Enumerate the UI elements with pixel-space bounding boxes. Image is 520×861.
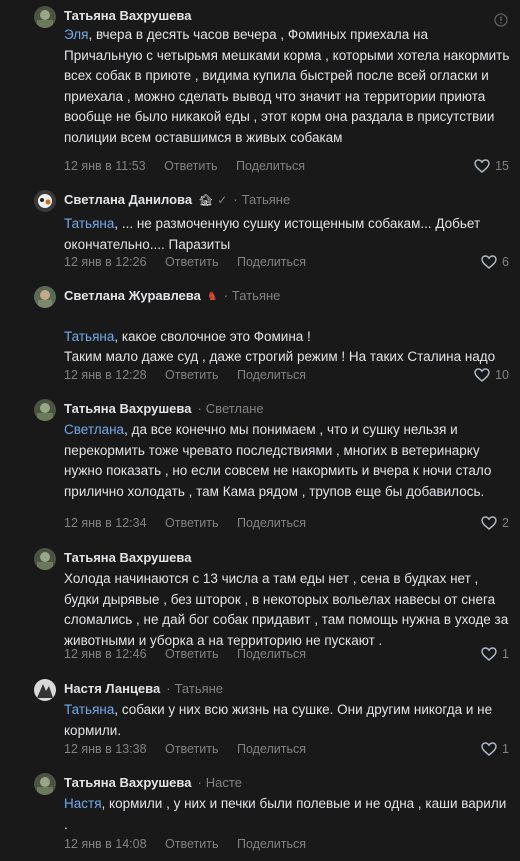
like-button[interactable]: 10: [474, 365, 509, 385]
comment-header: Татьяна Вахрушева: [64, 6, 191, 26]
comment-meta: 12 янв в 12:28 Ответить Поделиться: [64, 365, 321, 385]
reply-to-link[interactable]: Татьяне: [232, 288, 280, 303]
like-count: 1: [502, 647, 509, 661]
like-button[interactable]: 15: [474, 156, 509, 176]
comment-meta: 12 янв в 12:46 Ответить Поделиться: [64, 644, 321, 664]
author-name[interactable]: Татьяна Вахрушева: [64, 401, 191, 416]
reply-button[interactable]: Ответить: [165, 837, 218, 851]
timestamp[interactable]: 12 янв в 12:46: [64, 647, 147, 661]
seahorse-icon: ♞: [206, 289, 218, 303]
comment-text: Эля, вчера в десять часов вечера , Фомин…: [64, 27, 510, 145]
separator-dot: ·: [223, 288, 228, 303]
comment-text: Татьяна, собаки у них всю жизнь на сушке…: [64, 702, 493, 738]
author-name[interactable]: Светлана Журавлева: [64, 288, 201, 303]
avatar[interactable]: [34, 286, 56, 308]
reply-to-link[interactable]: Татьяне: [175, 681, 223, 696]
avatar[interactable]: [34, 679, 56, 701]
like-count: 10: [495, 368, 509, 382]
reply-button[interactable]: Ответить: [165, 647, 218, 661]
reply-to-link[interactable]: Татьяне: [242, 192, 290, 207]
like-count: 6: [502, 255, 509, 269]
reply-button[interactable]: Ответить: [165, 255, 218, 269]
comment-header: Татьяна Вахрушева: [64, 548, 191, 568]
timestamp[interactable]: 12 янв в 13:38: [64, 742, 147, 756]
timestamp[interactable]: 12 янв в 12:28: [64, 368, 147, 382]
separator-dot: ·: [233, 192, 238, 207]
heart-icon: [474, 159, 490, 173]
author-name[interactable]: Светлана Данилова: [64, 192, 192, 207]
author-name[interactable]: Татьяна Вахрушева: [64, 8, 191, 23]
timestamp[interactable]: 12 янв в 11:53: [64, 159, 146, 173]
comment-header: Настя Ланцева · Татьяне: [64, 679, 223, 699]
avatar[interactable]: [34, 399, 56, 421]
reply-button[interactable]: Ответить: [165, 516, 218, 530]
like-count: 1: [502, 742, 509, 756]
like-button[interactable]: 1: [481, 644, 509, 664]
share-button[interactable]: Поделиться: [237, 837, 306, 851]
heart-icon: [481, 647, 497, 661]
comment-header: Светлана Журавлева ♞ · Татьяне: [64, 286, 280, 306]
reply-to-link[interactable]: Светлане: [206, 401, 264, 416]
avatar[interactable]: [34, 190, 56, 212]
comment-meta: 12 янв в 14:08 Ответить Поделиться: [64, 834, 321, 854]
like-button[interactable]: 2: [481, 513, 509, 533]
like-count: 15: [495, 159, 509, 173]
separator-dot: ·: [197, 775, 202, 790]
mention-link[interactable]: Эля: [64, 27, 88, 42]
comment-text: Татьяна, ... не размоченную сушку истоще…: [64, 216, 481, 252]
reply-button[interactable]: Ответить: [165, 742, 218, 756]
timestamp[interactable]: 12 янв в 12:26: [64, 255, 147, 269]
comment-meta: 12 янв в 12:26 Ответить Поделиться: [64, 252, 321, 272]
heart-icon: [481, 516, 497, 530]
avatar[interactable]: [34, 773, 56, 795]
avatar[interactable]: [34, 6, 56, 28]
comment-meta: 12 янв в 13:38 Ответить Поделиться: [64, 739, 321, 759]
mention-link[interactable]: Светлана: [64, 422, 124, 437]
like-button[interactable]: 1: [481, 739, 509, 759]
separator-dot: ·: [166, 681, 171, 696]
reply-to-link[interactable]: Насте: [206, 775, 242, 790]
like-button[interactable]: 6: [481, 252, 509, 272]
avatar[interactable]: [34, 548, 56, 570]
reply-button[interactable]: Ответить: [164, 159, 217, 173]
share-button[interactable]: Поделиться: [237, 516, 306, 530]
mention-link[interactable]: Татьяна: [64, 216, 114, 231]
mention-link[interactable]: Настя: [64, 796, 102, 811]
timestamp[interactable]: 12 янв в 12:34: [64, 516, 147, 530]
timestamp[interactable]: 12 янв в 14:08: [64, 837, 147, 851]
mention-link[interactable]: Татьяна: [64, 702, 114, 717]
comment-text: Татьяна, какое сволочное это Фомина ! Та…: [64, 328, 496, 365]
comment-meta: 12 янв в 11:53 Ответить Поделиться: [64, 156, 320, 176]
author-name[interactable]: Татьяна Вахрушева: [64, 550, 191, 565]
share-button[interactable]: Поделиться: [237, 647, 306, 661]
house-icon: 🏚: [198, 193, 214, 207]
share-button[interactable]: Поделиться: [236, 159, 305, 173]
heart-icon: [481, 742, 497, 756]
check-icon: ✓: [217, 193, 228, 207]
heart-icon: [474, 368, 490, 382]
share-button[interactable]: Поделиться: [237, 742, 306, 756]
comment-text: Настя, кормили , у них и печки были поле…: [64, 796, 507, 832]
comment-header: Татьяна Вахрушева · Светлане: [64, 399, 264, 419]
comment-meta: 12 янв в 12:34 Ответить Поделиться: [64, 513, 321, 533]
author-name[interactable]: Настя Ланцева: [64, 681, 160, 696]
comment-text: Холода начинаются с 13 числа а там еды н…: [64, 571, 509, 648]
comment-text: Светлана, да все конечно мы понимаем , ч…: [64, 422, 492, 499]
author-name[interactable]: Татьяна Вахрушева: [64, 775, 191, 790]
share-button[interactable]: Поделиться: [237, 368, 306, 382]
like-count: 2: [502, 516, 509, 530]
separator-dot: ·: [197, 401, 202, 416]
heart-icon: [481, 255, 497, 269]
mention-link[interactable]: Татьяна: [64, 329, 114, 344]
comment-header: Татьяна Вахрушева · Насте: [64, 773, 242, 793]
comment-header: Светлана Данилова 🏚 ✓ · Татьяне: [64, 190, 290, 210]
share-button[interactable]: Поделиться: [237, 255, 306, 269]
reply-button[interactable]: Ответить: [165, 368, 218, 382]
